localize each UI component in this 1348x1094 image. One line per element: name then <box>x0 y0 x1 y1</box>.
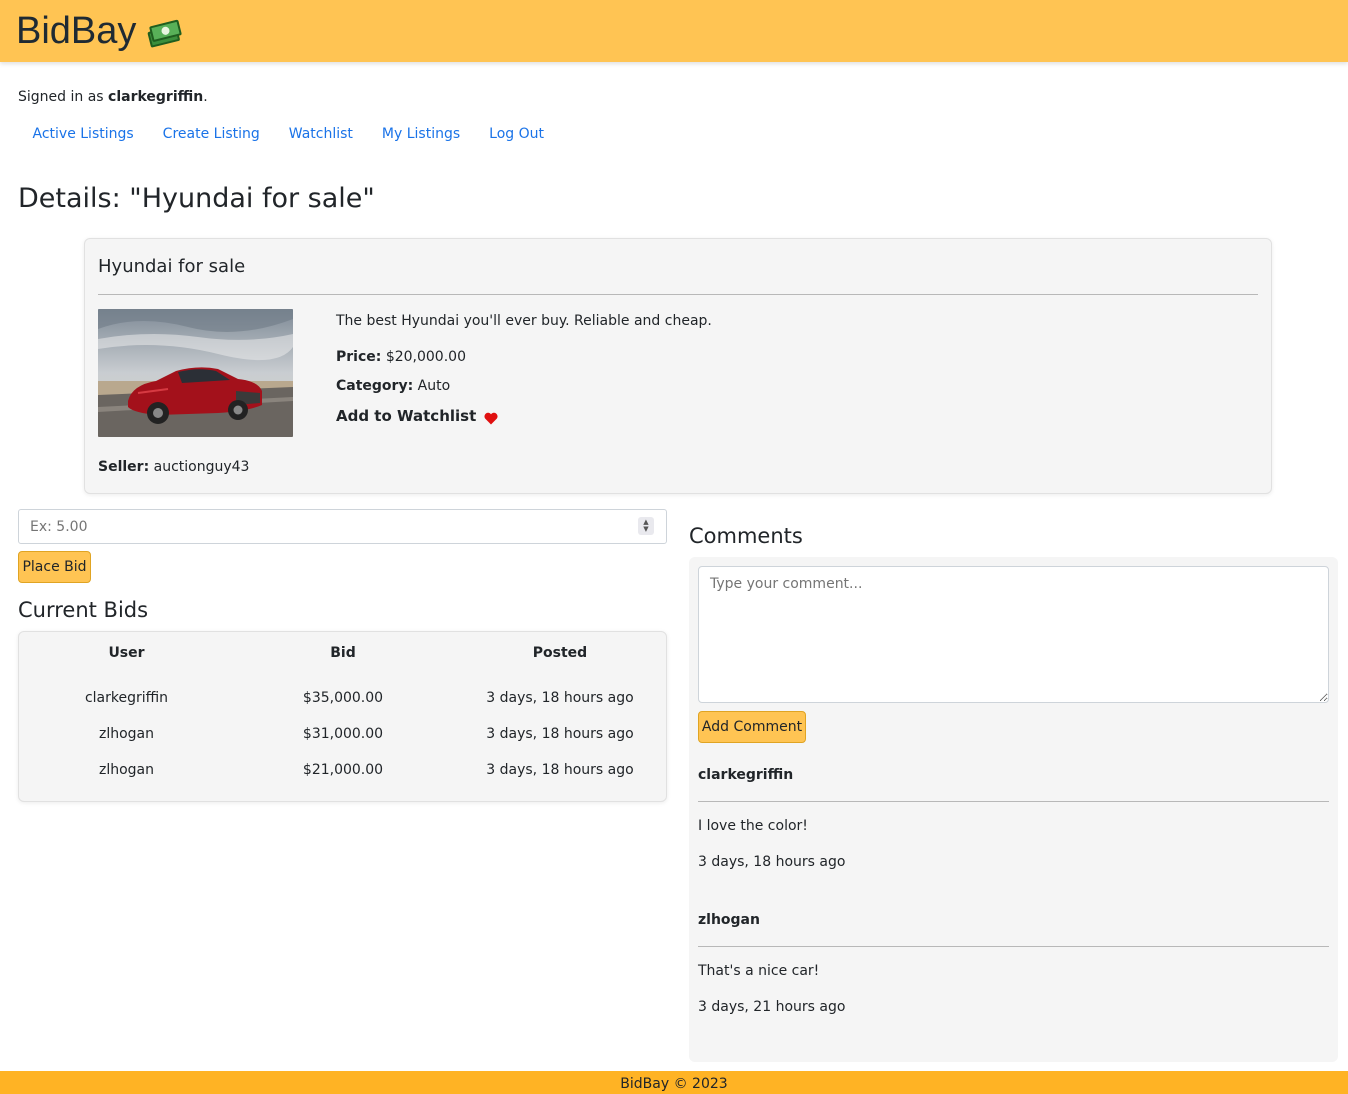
category-label: Category: <box>336 378 414 394</box>
comment-divider <box>698 801 1329 802</box>
seller-label: Seller: <box>98 459 150 475</box>
comment-time: 3 days, 21 hours ago <box>698 999 846 1015</box>
bid-user: zlhogan <box>98 762 154 778</box>
category-value: Auto <box>417 378 451 394</box>
comment-author: clarkegriffin <box>698 767 794 783</box>
bid-amount-input[interactable] <box>18 509 667 544</box>
comment-text: That's a nice car! <box>698 963 820 979</box>
bid-posted: 3 days, 18 hours ago <box>486 762 634 778</box>
comment-time: 3 days, 18 hours ago <box>698 854 846 870</box>
bid-user: clarkegriffin <box>84 690 169 706</box>
money-icon <box>146 16 185 49</box>
comment-divider <box>698 946 1329 947</box>
bid-user: zlhogan <box>98 726 154 742</box>
table-row: clarkegriffin $35,000.00 3 days, 18 hour… <box>19 672 668 716</box>
signed-in-status: Signed in as clarkegriffin. <box>18 89 208 105</box>
listing-category: Category: Auto <box>336 376 712 396</box>
comment-item: clarkegriffin I love the color! 3 days, … <box>698 767 1329 870</box>
listing-seller: Seller: auctionguy43 <box>98 459 249 475</box>
table-row: zlhogan $21,000.00 3 days, 18 hours ago <box>19 752 668 788</box>
watchlist-label: Add to Watchlist <box>336 407 477 425</box>
brand-name: BidBay <box>16 9 137 52</box>
bid-amount: $31,000.00 <box>302 726 384 742</box>
price-label: Price: <box>336 349 382 365</box>
listing-info: The best Hyundai you'll ever buy. Reliab… <box>336 311 712 426</box>
comments-heading: Comments <box>689 524 803 548</box>
seller-value: auctionguy43 <box>153 459 250 475</box>
column-header-posted: Posted <box>532 645 588 661</box>
nav-my-listings[interactable]: My Listings <box>367 124 474 144</box>
nav-watchlist[interactable]: Watchlist <box>274 124 367 144</box>
bid-posted: 3 days, 18 hours ago <box>486 690 634 706</box>
listing-description: The best Hyundai you'll ever buy. Reliab… <box>336 313 712 329</box>
bids-table-card: User Bid Posted clarkegriffin $35,000.00… <box>18 631 667 802</box>
listing-card: Hyundai for sale The best Hyundai you'll… <box>84 238 1272 494</box>
comment-text: I love the color! <box>698 818 808 834</box>
bid-amount: $35,000.00 <box>302 690 384 706</box>
main-nav: Active Listings Create Listing Watchlist… <box>18 124 559 144</box>
signed-in-suffix: . <box>203 89 208 105</box>
comment-author: zlhogan <box>698 912 760 928</box>
listing-image <box>98 309 293 437</box>
place-bid-button[interactable]: Place Bid <box>18 551 91 583</box>
number-spinner-icon[interactable]: ▲ ▼ <box>638 517 654 535</box>
current-bids-heading: Current Bids <box>18 598 149 622</box>
add-comment-button[interactable]: Add Comment <box>698 711 806 743</box>
heart-icon[interactable] <box>484 410 498 424</box>
nav-create-listing[interactable]: Create Listing <box>148 124 274 144</box>
bid-posted: 3 days, 18 hours ago <box>486 726 634 742</box>
bid-amount: $21,000.00 <box>302 762 384 778</box>
bids-table: User Bid Posted clarkegriffin $35,000.00… <box>19 632 668 788</box>
signed-in-label: Signed in as <box>18 89 104 105</box>
listing-title: Hyundai for sale <box>98 256 246 277</box>
listing-price: Price: $20,000.00 <box>336 347 712 367</box>
brand-logo[interactable]: BidBay <box>16 9 185 53</box>
listing-divider <box>98 294 1258 295</box>
table-row: zlhogan $31,000.00 3 days, 18 hours ago <box>19 716 668 752</box>
comment-item: zlhogan That's a nice car! 3 days, 21 ho… <box>698 912 1329 1015</box>
price-value: $20,000.00 <box>385 349 466 365</box>
page-footer: BidBay © 2023 <box>0 1071 1348 1094</box>
column-header-user: User <box>108 645 145 661</box>
page-title: Details: "Hyundai for sale" <box>18 183 375 214</box>
nav-log-out[interactable]: Log Out <box>475 124 559 144</box>
comment-textarea[interactable] <box>698 566 1329 703</box>
signed-in-username: clarkegriffin <box>108 89 204 105</box>
add-to-watchlist-button[interactable]: Add to Watchlist <box>336 406 712 426</box>
nav-active-listings[interactable]: Active Listings <box>18 124 148 144</box>
top-navbar: BidBay <box>0 0 1348 62</box>
column-header-bid: Bid <box>330 645 356 661</box>
